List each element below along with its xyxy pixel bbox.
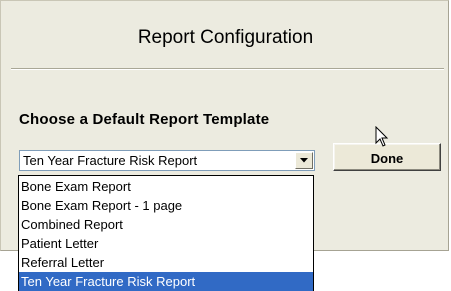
template-prompt-label: Choose a Default Report Template: [19, 111, 270, 128]
chevron-down-icon: [300, 158, 308, 163]
mouse-pointer-icon: [375, 126, 389, 147]
dialog-title: Report Configuration: [137, 27, 314, 48]
dropdown-option[interactable]: Bone Exam Report - 1 page: [19, 196, 313, 215]
dropdown-option[interactable]: Bone Exam Report: [19, 177, 313, 196]
dropdown-arrow-button[interactable]: [295, 152, 313, 169]
template-dropdown-list[interactable]: Bone Exam Report Bone Exam Report - 1 pa…: [18, 175, 314, 291]
selected-template-value: Ten Year Fracture Risk Report: [23, 153, 198, 168]
report-template-select[interactable]: Ten Year Fracture Risk Report: [19, 150, 315, 171]
dropdown-option[interactable]: Referral Letter: [19, 253, 313, 272]
dropdown-option[interactable]: Patient Letter: [19, 234, 313, 253]
title-divider: [11, 68, 444, 70]
dropdown-option-selected[interactable]: Ten Year Fracture Risk Report: [19, 272, 313, 291]
dropdown-option[interactable]: Combined Report: [19, 215, 313, 234]
